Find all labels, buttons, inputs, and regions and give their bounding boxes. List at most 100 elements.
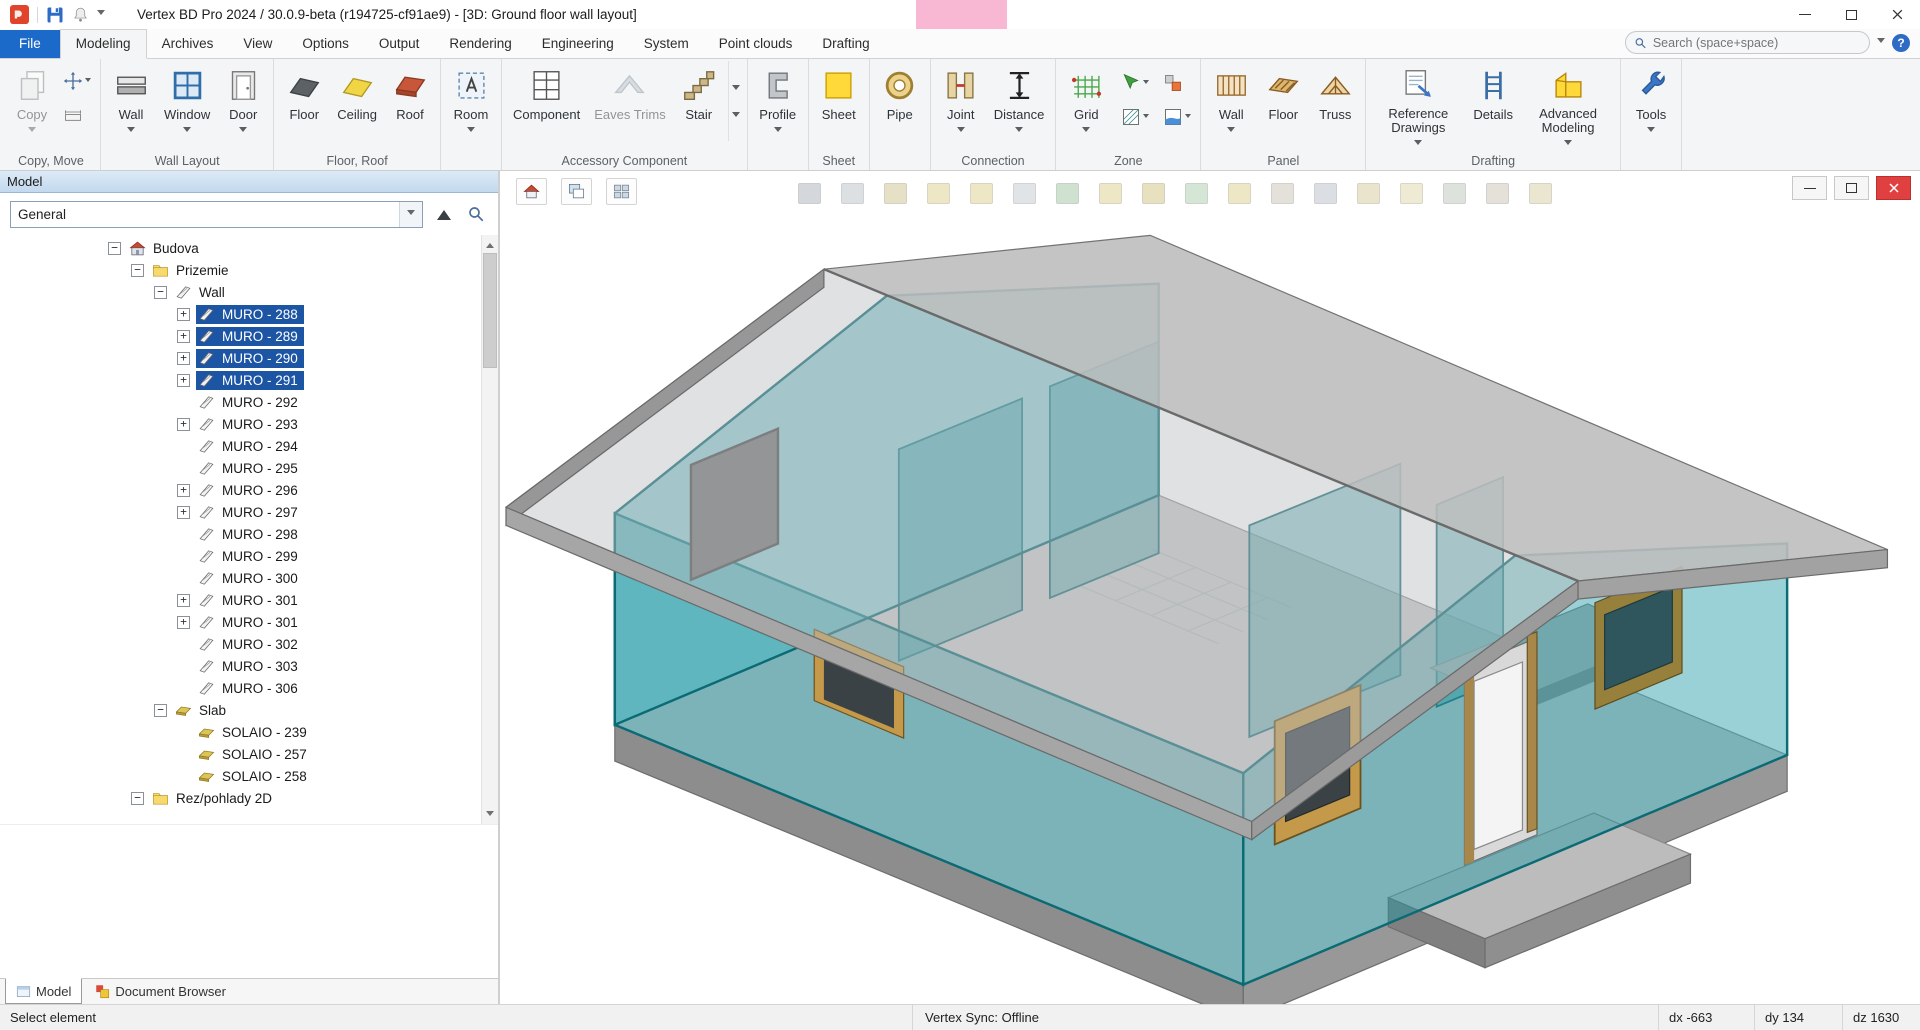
menu-tab-engineering[interactable]: Engineering	[527, 30, 629, 58]
viewport-minimize-button[interactable]	[1792, 176, 1827, 200]
tree-item-muro-297[interactable]: +MURO - 297	[0, 501, 481, 523]
expand-icon[interactable]: +	[177, 594, 190, 607]
collapse-tree-button[interactable]	[432, 202, 456, 226]
tree-item-muro-289[interactable]: +MURO - 289	[0, 325, 481, 347]
tree-item-prizemie[interactable]: −Prizemie	[0, 259, 481, 281]
tree-item-muro-290[interactable]: +MURO - 290	[0, 347, 481, 369]
collapse-icon[interactable]: −	[154, 704, 167, 717]
tree-item-budova[interactable]: −Budova	[0, 237, 481, 259]
scroll-up-button[interactable]	[482, 235, 498, 252]
ribbon-button-door[interactable]: Door	[217, 61, 269, 149]
ribbon-button-component[interactable]: Component	[506, 61, 587, 149]
collapse-icon[interactable]: −	[108, 242, 121, 255]
viewport-3d[interactable]	[500, 171, 1920, 1004]
expand-icon[interactable]: +	[177, 418, 190, 431]
thumbnail-grid-button[interactable]	[606, 178, 637, 205]
gallery-arrow-icon[interactable]	[732, 112, 740, 121]
collapse-icon[interactable]: −	[131, 792, 144, 805]
home-view-button[interactable]	[516, 178, 547, 205]
filter-dropdown[interactable]: General	[10, 201, 423, 228]
search-box[interactable]	[1625, 31, 1870, 54]
chevron-down-icon[interactable]	[97, 10, 105, 19]
ribbon-button-grid[interactable]: Grid	[1060, 61, 1112, 149]
ribbon-small-button-move[interactable]	[60, 69, 94, 93]
tree-item-muro-302[interactable]: MURO - 302	[0, 633, 481, 655]
tree-item-muro-295[interactable]: MURO - 295	[0, 457, 481, 479]
ribbon-small-button-zone-select[interactable]	[1118, 71, 1152, 95]
ribbon-button-distance[interactable]: Distance	[987, 61, 1052, 149]
tree-item-muro-306[interactable]: MURO - 306	[0, 677, 481, 699]
gallery-arrow-icon[interactable]	[732, 85, 740, 94]
tree-item-solaio-239[interactable]: SOLAIO - 239	[0, 721, 481, 743]
tab-document-browser[interactable]: Document Browser	[84, 979, 237, 1004]
expand-icon[interactable]: +	[177, 374, 190, 387]
tree-item-rez-pohlady-2d[interactable]: −Rez/pohlady 2D	[0, 787, 481, 809]
expand-icon[interactable]: +	[177, 484, 190, 497]
menu-tab-system[interactable]: System	[629, 30, 704, 58]
tree-item-muro-301[interactable]: +MURO - 301	[0, 611, 481, 633]
ribbon-collapse-icon[interactable]	[1877, 38, 1885, 47]
search-input[interactable]	[1653, 36, 1861, 50]
tree-item-muro-292[interactable]: MURO - 292	[0, 391, 481, 413]
tree-item-muro-288[interactable]: +MURO - 288	[0, 303, 481, 325]
ribbon-small-button-zone-box[interactable]	[1160, 71, 1194, 95]
tree-search-button[interactable]	[464, 202, 488, 226]
ribbon-button-advanced-modeling[interactable]: Advanced Modeling	[1520, 61, 1616, 149]
tree-item-solaio-257[interactable]: SOLAIO - 257	[0, 743, 481, 765]
ribbon-small-button-fill[interactable]	[1160, 105, 1194, 129]
maximize-button[interactable]	[1828, 0, 1874, 29]
tree-item-muro-293[interactable]: +MURO - 293	[0, 413, 481, 435]
expand-icon[interactable]: +	[177, 506, 190, 519]
bell-icon[interactable]	[72, 6, 89, 23]
minimize-button[interactable]	[1782, 0, 1828, 29]
tree-item-muro-301[interactable]: +MURO - 301	[0, 589, 481, 611]
menu-tab-rendering[interactable]: Rendering	[434, 30, 526, 58]
ribbon-button-ceiling[interactable]: Ceiling	[330, 61, 384, 149]
ribbon-button-tools[interactable]: Tools	[1625, 61, 1677, 149]
ribbon-small-button-hatch[interactable]	[1118, 105, 1152, 129]
tree-scrollbar[interactable]	[481, 235, 498, 824]
tree-item-muro-294[interactable]: MURO - 294	[0, 435, 481, 457]
ribbon-button-roof[interactable]: Roof	[384, 61, 436, 149]
ribbon-button-window[interactable]: Window	[157, 61, 217, 149]
tree-item-muro-299[interactable]: MURO - 299	[0, 545, 481, 567]
ribbon-button-pipe[interactable]: Pipe	[874, 61, 926, 149]
expand-icon[interactable]: +	[177, 308, 190, 321]
ribbon-button-reference-drawings[interactable]: Reference Drawings	[1370, 61, 1466, 149]
menu-tab-options[interactable]: Options	[287, 30, 364, 58]
menu-tab-archives[interactable]: Archives	[147, 30, 229, 58]
close-button[interactable]	[1874, 0, 1920, 29]
ribbon-button-sheet[interactable]: Sheet	[813, 61, 865, 149]
ribbon-button-floor[interactable]: Floor	[278, 61, 330, 149]
cascade-windows-button[interactable]	[561, 178, 592, 205]
tree-item-muro-303[interactable]: MURO - 303	[0, 655, 481, 677]
menu-tab-output[interactable]: Output	[364, 30, 435, 58]
tree-item-wall[interactable]: −Wall	[0, 281, 481, 303]
scroll-down-button[interactable]	[482, 807, 498, 824]
tree-item-muro-298[interactable]: MURO - 298	[0, 523, 481, 545]
help-icon[interactable]: ?	[1892, 34, 1910, 52]
ribbon-small-button-dimension[interactable]	[60, 105, 94, 129]
dropdown-chevron-icon[interactable]	[399, 202, 422, 227]
expand-icon[interactable]: +	[177, 330, 190, 343]
gallery-scroll-arrows[interactable]	[728, 61, 743, 141]
ribbon-button-profile[interactable]: Profile	[752, 61, 804, 149]
menu-tab-point-clouds[interactable]: Point clouds	[704, 30, 808, 58]
menu-tab-view[interactable]: View	[228, 30, 287, 58]
collapse-icon[interactable]: −	[154, 286, 167, 299]
scrollbar-thumb[interactable]	[483, 253, 497, 368]
ribbon-button-floor[interactable]: Floor	[1257, 61, 1309, 149]
menu-tab-drafting[interactable]: Drafting	[807, 30, 884, 58]
ribbon-button-stair[interactable]: Stair	[673, 61, 725, 149]
menu-tab-file[interactable]: File	[0, 30, 60, 58]
tree-item-solaio-258[interactable]: SOLAIO - 258	[0, 765, 481, 787]
ribbon-button-wall[interactable]: Wall	[1205, 61, 1257, 149]
tree-item-muro-296[interactable]: +MURO - 296	[0, 479, 481, 501]
ribbon-button-wall[interactable]: Wall	[105, 61, 157, 149]
ribbon-button-joint[interactable]: Joint	[935, 61, 987, 149]
tree-item-slab[interactable]: −Slab	[0, 699, 481, 721]
expand-icon[interactable]: +	[177, 616, 190, 629]
tree-item-muro-291[interactable]: +MURO - 291	[0, 369, 481, 391]
ribbon-button-room[interactable]: Room	[445, 61, 497, 149]
save-icon[interactable]	[46, 6, 64, 24]
